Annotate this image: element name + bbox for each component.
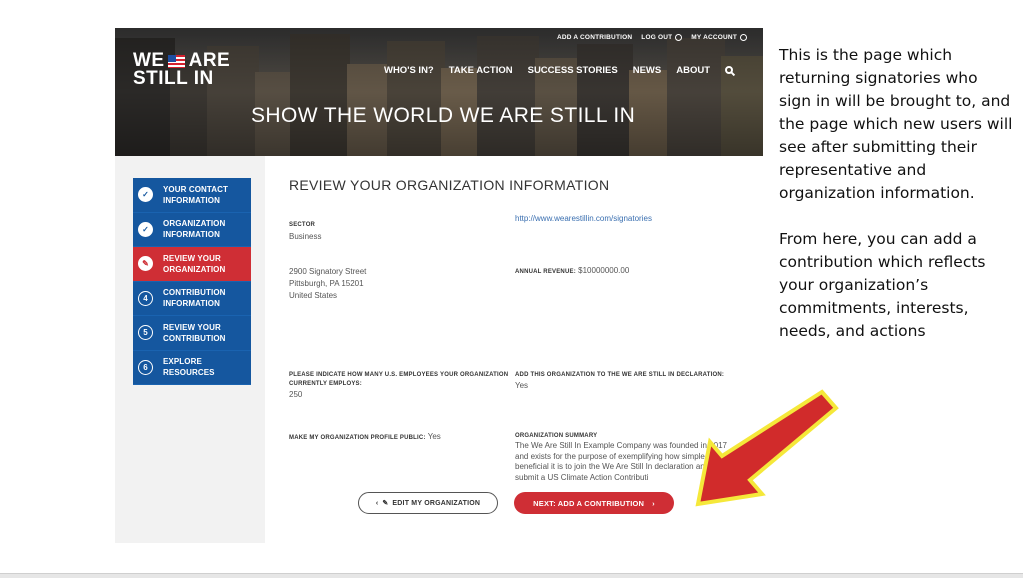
sector-field: SECTOR Business	[289, 222, 322, 241]
chevron-right-icon: ›	[652, 498, 655, 508]
nav-about[interactable]: ABOUT	[676, 65, 710, 76]
nav-whos-in[interactable]: WHO'S IN?	[384, 65, 434, 76]
account-icon	[740, 34, 747, 41]
pencil-icon: ✎	[138, 256, 153, 272]
pencil-icon: ✎	[382, 500, 389, 507]
nav-take-action[interactable]: TAKE ACTION	[449, 65, 513, 76]
chevron-left-icon: ‹	[375, 499, 379, 507]
annotation-text: This is the page which returning signato…	[779, 44, 1014, 366]
my-account-link[interactable]: MY ACCOUNT	[691, 34, 747, 41]
flag-icon	[167, 54, 185, 68]
review-form: REVIEW YOUR ORGANIZATION INFORMATION SEC…	[265, 156, 755, 541]
step-review-contribution[interactable]: 5 REVIEW YOUR CONTRIBUTION	[133, 316, 251, 351]
website-link[interactable]: http://www.wearestillin.com/signatories	[515, 214, 652, 223]
employees-field: PLEASE INDICATE HOW MANY U.S. EMPLOYEES …	[289, 372, 509, 399]
step-contact-information[interactable]: ✓ YOUR CONTACT INFORMATION	[133, 178, 251, 213]
slide-bottom-bar	[0, 573, 1023, 578]
revenue-field: ANNUAL REVENUE: $10000000.00	[515, 266, 630, 275]
page-title: REVIEW YOUR ORGANIZATION INFORMATION	[289, 177, 610, 193]
website-screenshot: WE ARE STILL IN ADD A CONTRIBUTION LOG O…	[115, 28, 763, 543]
step-number-4: 4	[138, 290, 153, 306]
logo-still-in: STILL IN	[133, 68, 214, 89]
main-nav: WHO'S IN? TAKE ACTION SUCCESS STORIES NE…	[384, 65, 735, 76]
next-add-contribution-button[interactable]: NEXT: ADD A CONTRIBUTION ›	[514, 492, 674, 514]
step-number-6: 6	[138, 359, 153, 375]
public-profile-field: MAKE MY ORGANIZATION PROFILE PUBLIC: Yes	[289, 432, 441, 441]
annotation-paragraph-2: From here, you can add a contribution wh…	[779, 230, 986, 340]
step-explore-resources[interactable]: 6 EXPLORE RESOURCES	[133, 350, 251, 385]
power-icon	[675, 34, 683, 41]
hero-banner: WE ARE STILL IN ADD A CONTRIBUTION LOG O…	[115, 28, 763, 156]
nav-success-stories[interactable]: SUCCESS STORIES	[528, 65, 618, 76]
address-field: 2900 Signatory Street Pittsburgh, PA 152…	[289, 267, 367, 300]
utility-nav: ADD A CONTRIBUTION LOG OUT MY ACCOUNT	[557, 34, 747, 41]
check-icon: ✓	[138, 221, 153, 237]
step-organization-information[interactable]: ✓ ORGANIZATION INFORMATION	[133, 212, 251, 247]
progress-steps: ✓ YOUR CONTACT INFORMATION ✓ ORGANIZATIO…	[133, 178, 251, 385]
edit-organization-button[interactable]: ‹ ✎ EDIT MY ORGANIZATION	[358, 492, 498, 514]
pointer-arrow-icon	[695, 389, 839, 507]
log-out-link[interactable]: LOG OUT	[641, 34, 683, 41]
step-review-organization[interactable]: ✎ REVIEW YOUR ORGANIZATION	[133, 247, 251, 282]
hero-title: SHOW THE WORLD WE ARE STILL IN	[251, 104, 636, 127]
step-contribution-information[interactable]: 4 CONTRIBUTION INFORMATION	[133, 281, 251, 316]
logo[interactable]: WE ARE STILL IN	[133, 51, 230, 89]
nav-news[interactable]: NEWS	[633, 65, 662, 76]
step-number-5: 5	[138, 325, 153, 341]
search-icon[interactable]	[725, 66, 733, 74]
add-contribution-link[interactable]: ADD A CONTRIBUTION	[557, 34, 632, 41]
annotation-paragraph-1: This is the page which returning signato…	[779, 46, 1013, 202]
website-field: http://www.wearestillin.com/signatories	[515, 213, 745, 225]
check-icon: ✓	[138, 187, 153, 203]
